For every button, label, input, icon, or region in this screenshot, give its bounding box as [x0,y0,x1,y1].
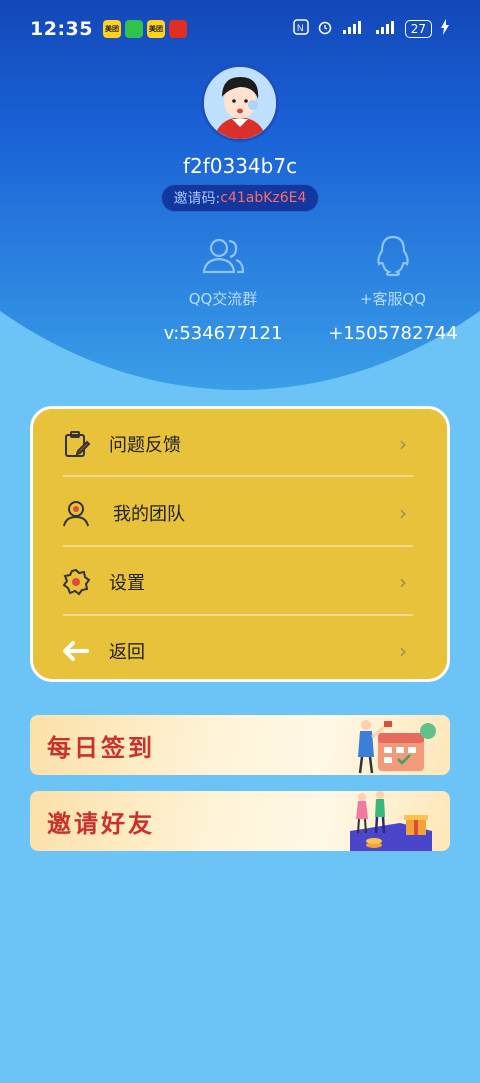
service-qq-stat[interactable]: +客服QQ +1505782744 [318,232,468,344]
notification-icons: 美团 美团 [102,20,187,38]
menu-label-team: 我的团队 [113,504,185,525]
menu-card: 问题反馈 › 我的团队 › 设置 › 返回 › [30,406,450,682]
menu-label-settings: 设置 [109,573,145,594]
menu-item-team[interactable]: 我的团队 › [33,479,447,547]
menu-item-feedback[interactable]: 问题反馈 › [33,410,447,478]
menu-item-back[interactable]: 返回 › [33,617,447,685]
divider [63,614,413,616]
invite-friends-label: 邀请好友 [47,810,155,838]
group-icon [199,232,247,280]
chevron-right-icon: › [399,432,407,456]
invite-code-value: c41abKz6E4 [220,190,307,206]
chevron-right-icon: › [399,501,407,525]
battery-indicator: 27 [404,20,432,38]
status-indicators: N 27 [292,19,450,39]
service-qq-value: +1505782744 [328,323,458,344]
qq-group-label: QQ交流群 [188,290,258,308]
feedback-clipboard-icon [61,429,91,459]
meituan-icon: 美团 [146,20,165,38]
qq-group-value: v:534677121 [163,323,283,344]
chevron-right-icon: › [399,639,407,663]
invite-code-badge[interactable]: 邀请码: c41abKz6E4 [161,184,319,212]
daily-checkin-label: 每日签到 [47,734,155,762]
status-bar: 12:35 美团 美团 N 27 [0,0,480,58]
qq-group-stat[interactable]: QQ交流群 v:534677121 [148,232,298,344]
back-arrow-icon [61,636,91,666]
pinduoduo-icon [168,20,187,38]
menu-label-feedback: 问题反馈 [109,435,181,456]
username: f2f0334b7c [182,154,298,178]
avatar[interactable] [201,64,279,142]
meituan-icon: 美团 [102,20,121,38]
status-time: 12:35 [30,18,93,40]
signal-icon [341,20,367,38]
chevron-right-icon: › [399,570,407,594]
qq-penguin-icon [369,232,417,280]
divider [63,545,413,547]
invite-code-label: 邀请码: [173,191,221,207]
service-qq-label: +客服QQ [359,290,427,308]
signal-icon-2 [375,20,397,38]
gift-invite-illustration [340,791,440,851]
nfc-icon: N [292,19,309,39]
menu-label-back: 返回 [109,642,145,663]
menu-item-settings[interactable]: 设置 › [33,548,447,616]
calendar-checkin-illustration [340,715,440,775]
invite-friends-banner[interactable]: 邀请好友 [30,791,450,851]
svg-text:N: N [297,23,304,33]
gear-icon [61,567,91,597]
daily-checkin-banner[interactable]: 每日签到 [30,715,450,775]
divider [63,475,413,477]
team-icon [61,498,91,528]
charging-icon [440,19,450,39]
wechat-icon [124,20,143,38]
alarm-icon [317,19,333,39]
